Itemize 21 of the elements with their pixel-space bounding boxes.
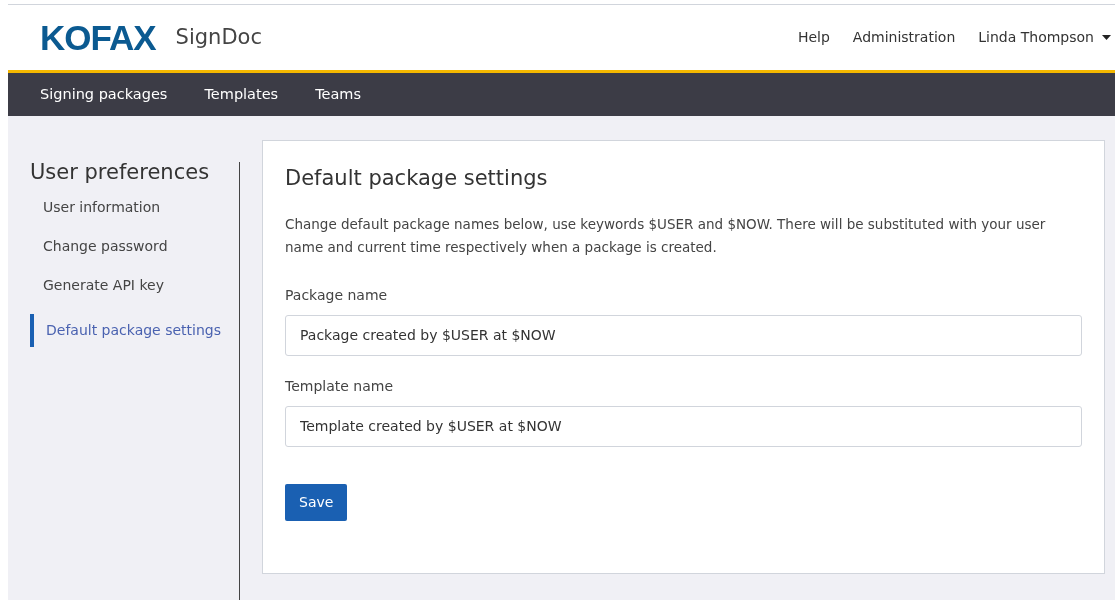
field-label: Package name bbox=[285, 285, 389, 305]
product-name: SignDoc bbox=[175, 23, 262, 51]
sidebar-title: User preferences bbox=[30, 162, 211, 183]
save-button[interactable]: Save bbox=[285, 483, 348, 521]
nav-tab[interactable]: Signing packages bbox=[40, 83, 168, 106]
nav-tab[interactable]: Teams bbox=[315, 83, 362, 106]
description-text: Change default package names below, use keywords $USER and $NOW. There will be substituted with your user name and current time respectively when a package is created. bbox=[285, 214, 1047, 257]
logo: KOFAX bbox=[40, 20, 156, 55]
sidebar-item[interactable]: Change password bbox=[30, 236, 239, 257]
card-title: Default package settings bbox=[285, 165, 549, 192]
input-field[interactable]: Package created by $USER at $NOW bbox=[285, 314, 1082, 356]
sidebar-item[interactable]: Generate API key bbox=[30, 275, 239, 296]
header-link[interactable]: Administration bbox=[852, 27, 956, 48]
header-link[interactable]: Help bbox=[797, 27, 830, 48]
field-label: Template name bbox=[285, 376, 395, 396]
sidebar-item[interactable]: Default package settings bbox=[30, 314, 239, 347]
nav-tab[interactable]: Templates bbox=[204, 83, 279, 106]
user-menu[interactable]: Linda Thompson bbox=[978, 27, 1111, 48]
caret-icon bbox=[1102, 35, 1111, 40]
sidebar-item[interactable]: User information bbox=[30, 197, 239, 218]
input-field[interactable]: Template created by $USER at $NOW bbox=[285, 405, 1082, 447]
